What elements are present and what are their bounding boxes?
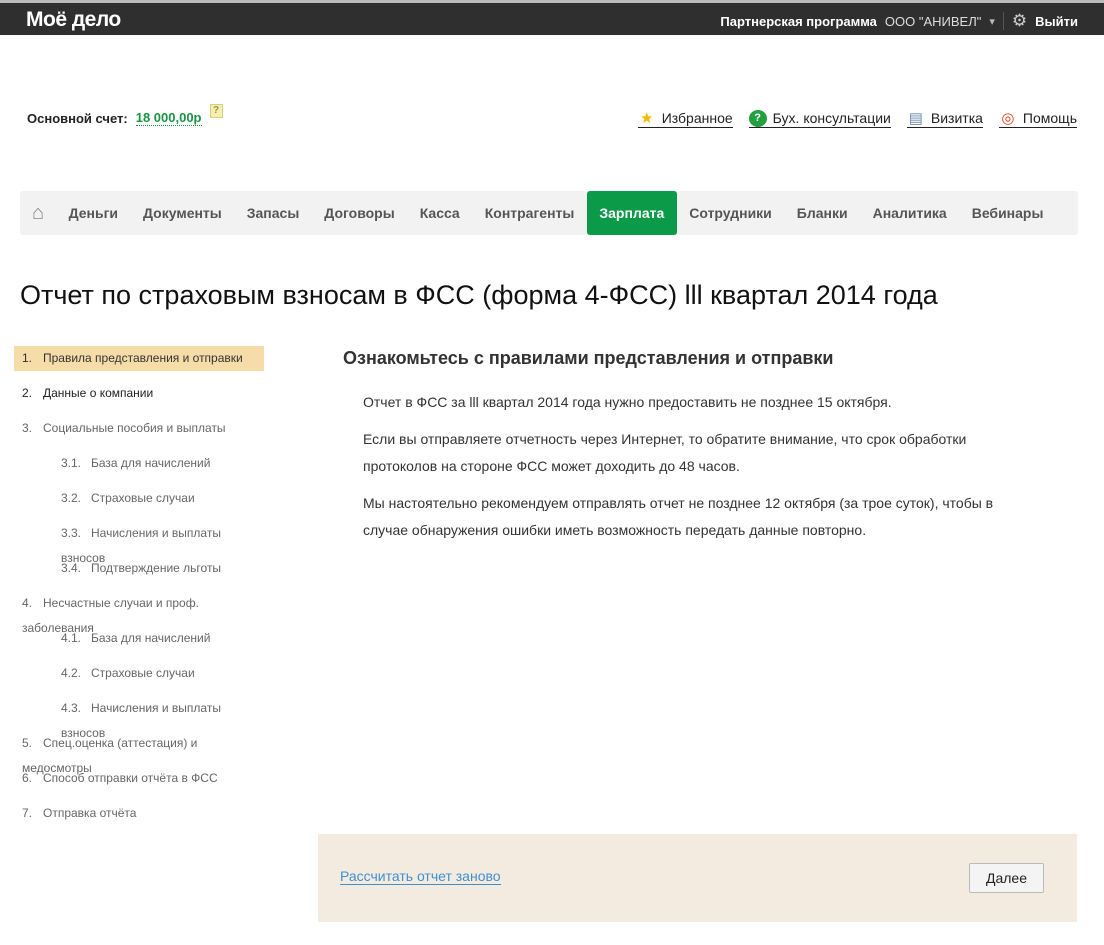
chevron-down-icon[interactable]: ▾ [989,15,995,28]
step-number: 1. [22,351,33,365]
nav-money[interactable]: Деньги [56,191,130,235]
steps-sidebar: 1. Правила представления и отправки 2. Данн… [14,346,264,836]
step-label: Способ отправки отчёта в ФСС [43,771,218,785]
logout-button[interactable]: Выйти [1035,14,1078,29]
step-label: База для начислений [91,631,211,645]
step-item[interactable]: 3. Социальные пособия и выплаты [14,416,264,451]
step-number: 6. [22,771,33,785]
nav-analytics[interactable]: Аналитика [860,191,959,235]
next-button[interactable]: Далее [969,863,1044,893]
step-item[interactable]: 3.4. Подтверждение льготы [14,556,264,591]
account-label: Основной счет: [27,110,128,126]
step-number: 4.2. [61,666,82,680]
paragraph: Отчет в ФСС за lll квартал 2014 года нуж… [363,394,892,410]
step-label: Страховые случаи [91,491,195,505]
nav-employees[interactable]: Сотрудники [677,191,785,235]
step-label: Правила представления и отправки [43,351,243,365]
star-icon: ★ [639,110,654,127]
step-item[interactable]: 6. Способ отправки отчёта в ФСС [14,766,264,801]
card-icon: ▤ [908,110,923,127]
nav-stock[interactable]: Запасы [234,191,312,235]
step-item[interactable]: 3.2. Страховые случаи [14,486,264,521]
step-item[interactable]: 2. Данные о компании [14,381,264,416]
gear-icon[interactable]: ⚙ [1012,11,1027,31]
step-item[interactable]: 3.3. Начисления и выплаты взносов [14,521,264,565]
step-item[interactable]: 4.2. Страховые случаи [14,661,264,696]
step-label: Страховые случаи [91,666,195,680]
step-number: 5. [22,736,33,750]
step-number: 3.4. [61,561,82,575]
step-item[interactable]: 4.3. Начисления и выплаты взносов [14,696,264,740]
step-label: База для начислений [91,456,211,470]
nav-salary[interactable]: Зарплата [586,191,677,235]
step-label: Социальные пособия и выплаты [43,421,226,435]
divider [1002,12,1004,30]
account-balance: Основной счет: 18 000,00р ? [27,104,223,126]
favorites-link[interactable]: ★ Избранное [637,109,733,128]
consultations-link[interactable]: ? Бух. консультации [748,109,891,128]
main-content: Ознакомьтесь с правилами представления и… [343,348,1043,554]
help-label: Помощь [1022,110,1077,126]
nav-contractors[interactable]: Контрагенты [472,191,587,235]
step-number: 3.1. [61,456,82,470]
nav-contracts[interactable]: Договоры [312,191,407,235]
top-bar: Моё дело Партнерская программа ООО "АНИВ… [0,0,1104,35]
paragraph: Если вы отправляете отчетность через Инт… [363,431,967,474]
step-label: Данные о компании [43,386,154,400]
step-item[interactable]: 1. Правила представления и отправки [14,346,264,371]
step-number: 4.1. [61,631,82,645]
step-number: 4. [22,596,33,610]
step-item[interactable]: 4. Несчастные случаи и проф. заболевания [14,591,264,635]
help-link[interactable]: ◎ Помощь [998,109,1077,128]
favorites-label: Избранное [661,110,733,126]
step-item[interactable]: 7. Отправка отчёта [14,801,264,836]
recalculate-link[interactable]: Рассчитать отчет заново [340,868,501,885]
step-number: 3. [22,421,33,435]
main-nav: ⌂ Деньги Документы Запасы Договоры Касса… [20,191,1078,235]
step-number: 2. [22,386,33,400]
home-icon[interactable]: ⌂ [32,191,56,235]
logo[interactable]: Моё дело [26,8,121,32]
nav-webinars[interactable]: Вебинары [959,191,1056,235]
lifebuoy-icon: ◎ [1001,110,1015,127]
footer-panel: Рассчитать отчет заново Далее [318,834,1077,922]
question-icon: ? [748,109,767,127]
nav-cash[interactable]: Касса [407,191,472,235]
consultations-label: Бух. консультации [772,110,891,126]
header-links: ★ Избранное ? Бух. консультации ▤ Визитка ◎… [637,109,1077,128]
org-selector[interactable]: ООО "АНИВЕЛ" [885,14,981,29]
partner-program-link[interactable]: Партнерская программа [720,14,877,29]
help-icon[interactable]: ? [209,104,223,118]
step-label: Подтверждение льготы [91,561,222,575]
step-item[interactable]: 3.1. База для начислений [14,451,264,486]
step-number: 7. [22,806,33,820]
card-label: Визитка [930,110,983,126]
paragraph: Мы настоятельно рекомендуем отправлять о… [363,495,994,538]
step-number: 3.3. [61,526,82,540]
content-heading: Ознакомьтесь с правилами представления и… [343,348,834,368]
step-number: 3.2. [61,491,82,505]
nav-forms[interactable]: Бланки [784,191,860,235]
card-link[interactable]: ▤ Визитка [906,109,983,128]
step-label: Отправка отчёта [43,806,137,820]
nav-documents[interactable]: Документы [131,191,235,235]
step-item[interactable]: 5. Спец.оценка (аттестация) и медосмотры [14,731,264,775]
step-number: 4.3. [61,701,82,715]
page-title: Отчет по страховым взносам в ФСС (форма … [20,280,938,310]
account-sum[interactable]: 18 000,00р [135,110,202,126]
